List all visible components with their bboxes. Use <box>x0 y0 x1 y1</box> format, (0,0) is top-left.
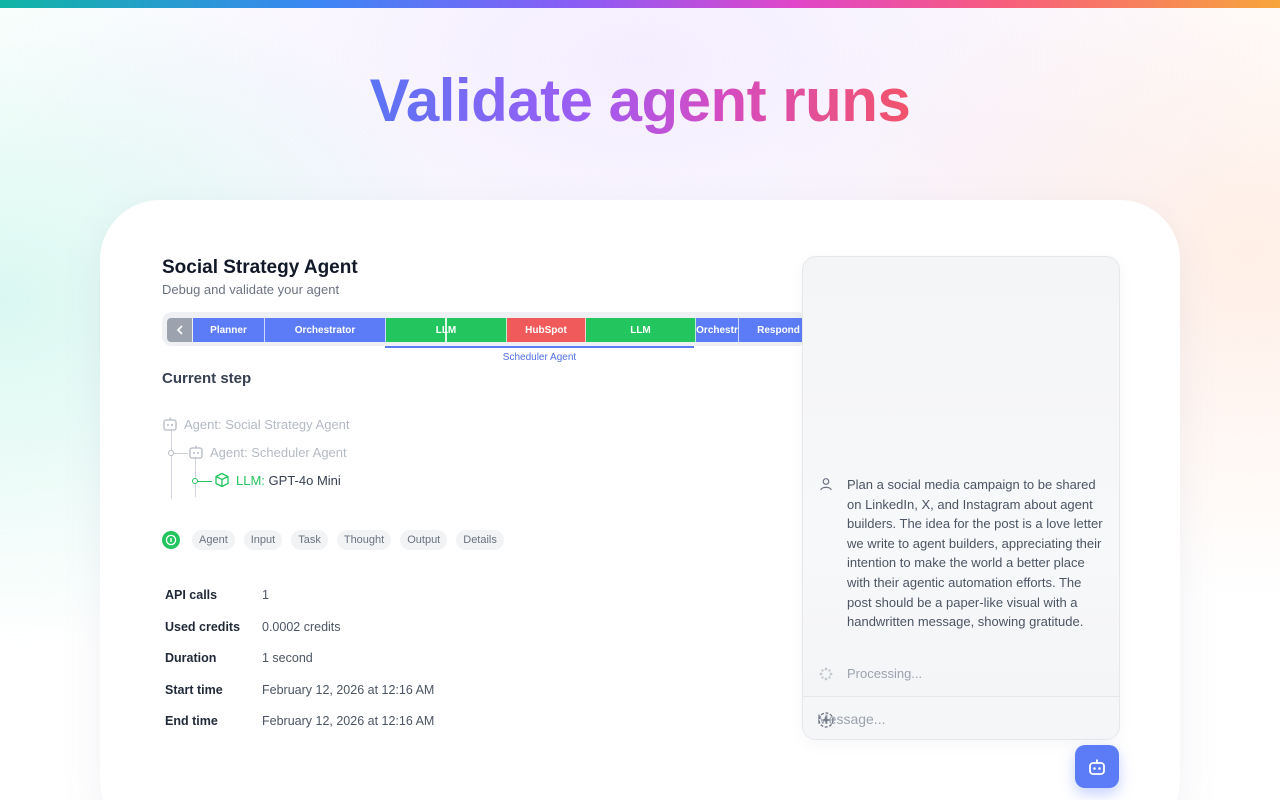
timeline-segment-llm-2[interactable]: LLM <box>586 318 696 342</box>
tab-details[interactable]: Details <box>456 530 504 550</box>
run-timeline: Planner Orchestrator LLM HubSpot LLM Orc… <box>162 312 807 346</box>
timeline-segment-orchestrator-2[interactable]: Orchestr <box>696 318 739 342</box>
tab-thought[interactable]: Thought <box>336 530 392 550</box>
cube-icon <box>214 472 230 488</box>
headline: Validate agent runs <box>369 67 911 134</box>
tab-agent[interactable]: Agent <box>192 530 235 550</box>
detail-label: Used credits <box>165 620 241 634</box>
tree-item-name: Scheduler Agent <box>251 444 347 460</box>
page-subtitle: Debug and validate your agent <box>162 282 340 297</box>
robot-icon <box>162 416 178 432</box>
user-message: Plan a social media campaign to be share… <box>847 477 1103 630</box>
top-gradient-bar <box>0 0 1280 8</box>
tab-task[interactable]: Task <box>291 530 328 550</box>
processing-status: Processing... <box>847 666 923 681</box>
agent-fab-button[interactable] <box>1075 745 1119 788</box>
detail-value: February 12, 2026 at 12:16 AM <box>262 683 435 697</box>
message-input[interactable]: Message... <box>803 697 1119 739</box>
tree-node <box>168 450 174 456</box>
detail-label: Start time <box>165 683 223 697</box>
page-title: Social Strategy Agent <box>162 257 358 278</box>
detail-value: 0.0002 credits <box>262 620 341 634</box>
tree-node <box>192 478 198 484</box>
tree-item-name: GPT-4o Mini <box>268 472 341 488</box>
timeline-back-button[interactable] <box>167 318 192 342</box>
tree-item-llm-gpt-4o-mini[interactable]: LLM: GPT-4o Mini <box>214 472 341 488</box>
robot-icon <box>188 444 204 460</box>
tree-item-prefix: Agent: <box>184 416 222 432</box>
tree-item-scheduler-agent[interactable]: Agent: Scheduler Agent <box>188 444 347 460</box>
tab-input[interactable]: Input <box>243 530 283 550</box>
scheduler-group-label: Scheduler Agent <box>502 352 577 363</box>
tab-output[interactable]: Output <box>400 530 448 550</box>
tree-item-prefix: Agent: <box>210 444 248 460</box>
info-icon[interactable] <box>162 531 180 549</box>
detail-value: February 12, 2026 at 12:16 AM <box>262 714 435 728</box>
step-tabs: Agent Input Task Thought Output Details <box>162 530 513 550</box>
detail-label: API calls <box>165 588 218 602</box>
detail-value: 1 second <box>262 651 313 665</box>
scheduler-group-line <box>385 346 694 348</box>
agent-debug-card: Social Strategy Agent Debug and validate… <box>100 200 1180 800</box>
detail-label: Duration <box>165 651 217 665</box>
tree-item-social-strategy-agent[interactable]: Agent: Social Strategy Agent <box>162 416 350 432</box>
tree-item-name: Social Strategy Agent <box>225 416 350 432</box>
robot-icon <box>1089 759 1105 775</box>
current-step-title: Current step <box>162 370 252 387</box>
timeline-segment-respond[interactable]: Respond <box>739 318 807 342</box>
detail-value: 1 <box>262 588 269 602</box>
timeline-segment-planner[interactable]: Planner <box>193 318 265 342</box>
timeline-segment-llm[interactable]: LLM <box>386 318 507 342</box>
tree-connector <box>171 429 172 499</box>
tree-item-prefix: LLM: <box>236 472 265 488</box>
chat-panel: Plan a social media campaign to be share… <box>802 256 1120 740</box>
timeline-segment-hubspot[interactable]: HubSpot <box>507 318 586 342</box>
tree-connector <box>195 457 196 497</box>
timeline-segment-orchestrator[interactable]: Orchestrator <box>265 318 386 342</box>
chevron-left-icon <box>176 325 183 335</box>
detail-label: End time <box>165 714 218 728</box>
send-icon[interactable] <box>817 711 835 732</box>
spinner-icon <box>819 667 833 686</box>
user-icon <box>819 477 833 496</box>
